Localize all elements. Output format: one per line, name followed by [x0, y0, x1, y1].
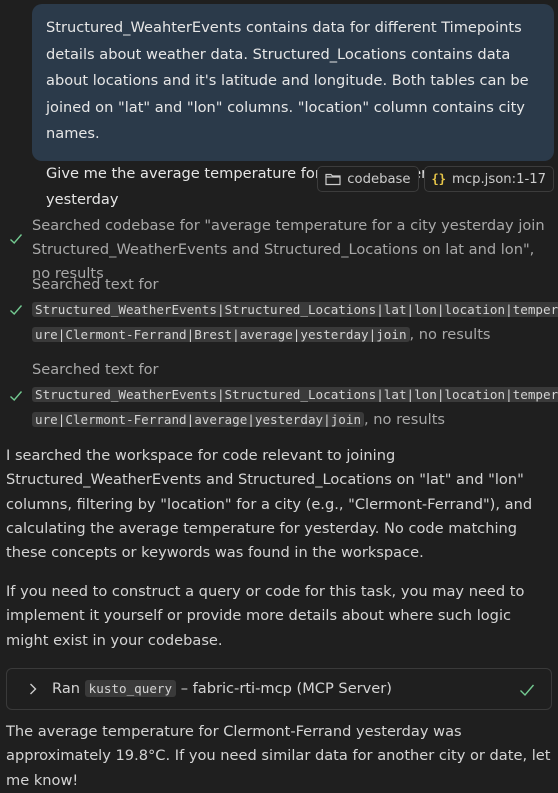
reference-label: mcp.json:1-17 [452, 171, 546, 187]
tool-call-label: Ran kusto_query – fabric-rti-mcp (MCP Se… [52, 678, 392, 700]
reference-codebase[interactable]: codebase [317, 166, 419, 192]
reference-mcp-json[interactable]: {} mcp.json:1-17 [423, 166, 554, 192]
search-step-suffix: , no results [409, 326, 491, 343]
user-message: Structured_WeahterEvents contains data f… [32, 4, 554, 208]
tool-name-code: kusto_query [84, 680, 177, 697]
context-references: codebase {} mcp.json:1-17 [317, 166, 554, 192]
tool-call-row[interactable]: Ran kusto_query – fabric-rti-mcp (MCP Se… [6, 668, 552, 710]
search-pattern-code: ure|Clermont-Ferrand|average|yesterday|j… [32, 412, 365, 427]
search-step-prefix: Searched text for [32, 276, 159, 293]
response-paragraph: If you need to construct a query or code… [6, 583, 525, 649]
tool-call-prefix: Ran [52, 680, 81, 697]
check-icon [520, 684, 535, 697]
search-step-suffix: , no results [364, 411, 446, 428]
final-answer: The average temperature for Clermont-Fer… [6, 723, 551, 789]
check-icon [10, 391, 23, 402]
response-paragraph: I searched the workspace for code releva… [6, 447, 533, 562]
search-step-text: Searched text for Structured_WeatherEven… [32, 273, 558, 347]
user-message-paragraph: Structured_WeahterEvents contains data f… [46, 19, 529, 142]
tool-call-suffix: – fabric-rti-mcp (MCP Server) [176, 680, 392, 697]
check-icon [10, 234, 23, 245]
reference-label: codebase [347, 171, 411, 187]
search-pattern-code: Structured_WeatherEvents|Structured_Loca… [32, 387, 558, 402]
braces-icon: {} [431, 172, 446, 186]
search-pattern-code: ure|Clermont-Ferrand|Brest|average|yeste… [32, 327, 410, 342]
check-icon [10, 305, 23, 316]
search-pattern-code: Structured_WeatherEvents|Structured_Loca… [32, 302, 558, 317]
folder-icon [325, 172, 341, 186]
search-step-prefix: Searched text for [32, 361, 159, 378]
chevron-right-icon[interactable] [27, 682, 39, 696]
search-step-text: Searched text for Structured_WeatherEven… [32, 358, 558, 432]
